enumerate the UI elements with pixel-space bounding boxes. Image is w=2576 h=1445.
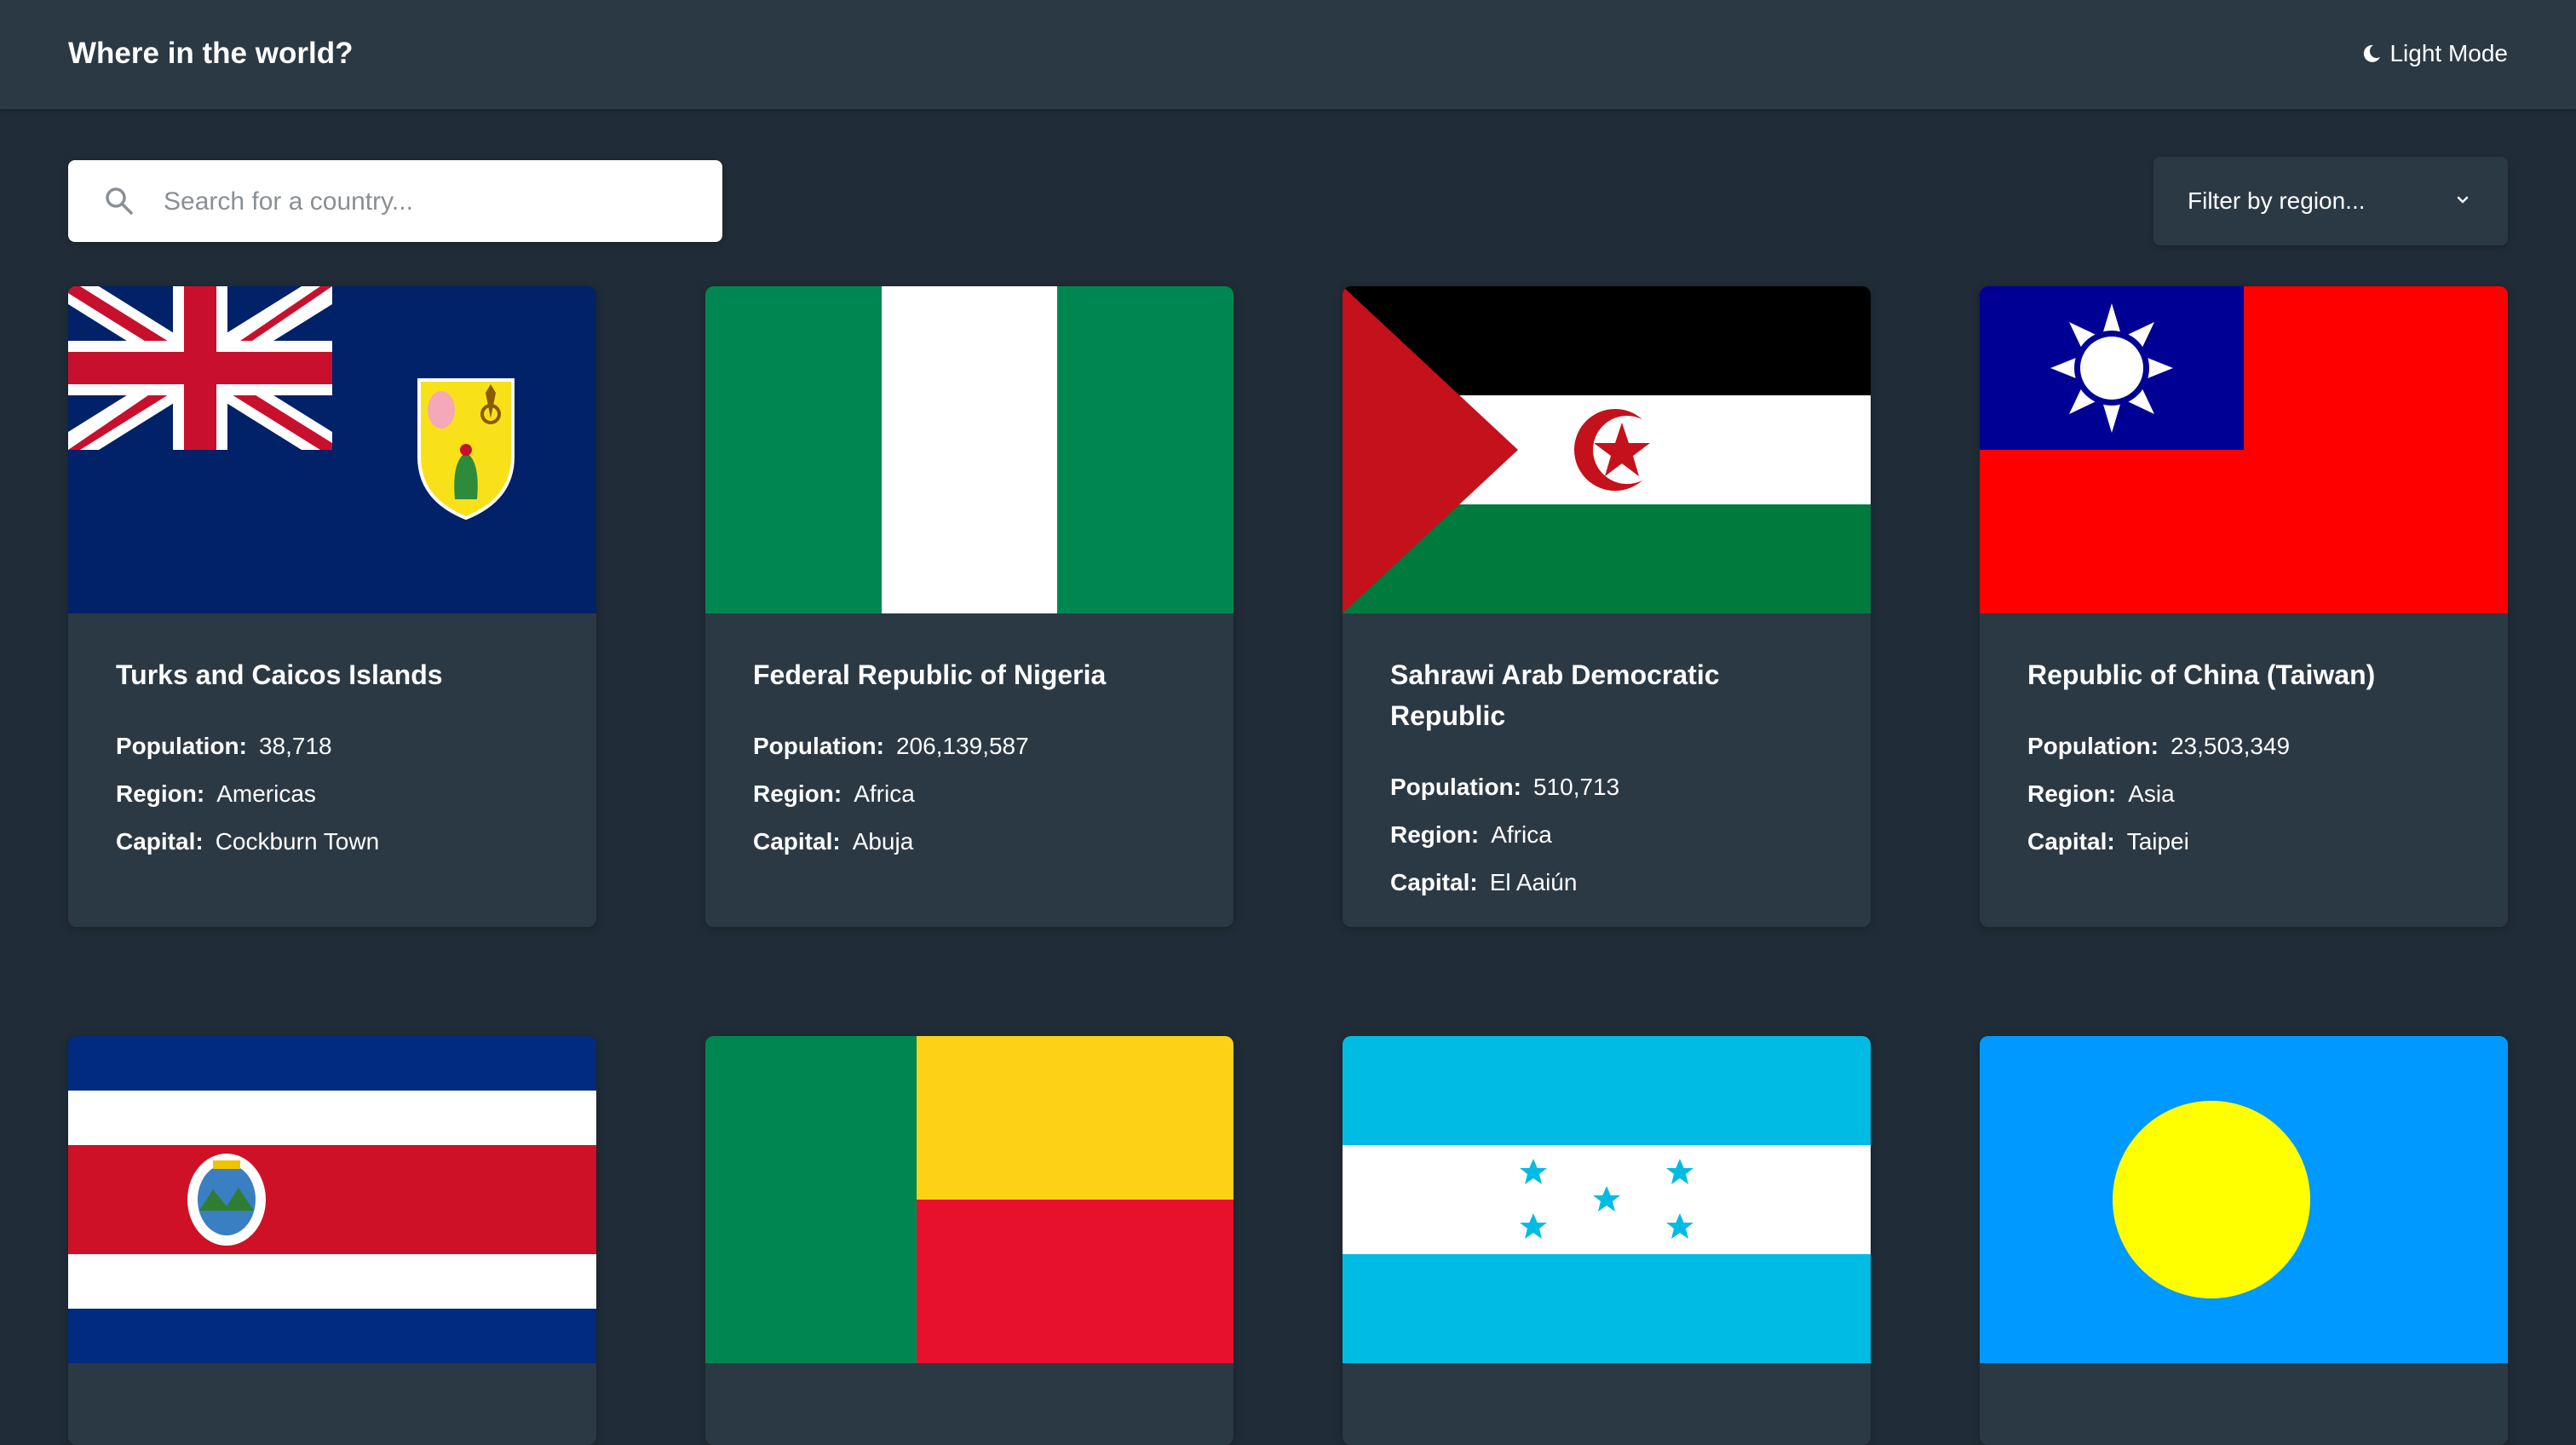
country-card[interactable] <box>1343 1036 1871 1445</box>
population-value: 38,718 <box>258 733 332 759</box>
chevron-down-icon <box>2455 193 2470 212</box>
population-label: Population: <box>1390 774 1521 800</box>
region-stat: Region: Africa <box>1390 811 1823 859</box>
population-stat: Population: 510,713 <box>1390 763 1823 811</box>
country-card[interactable] <box>68 1036 596 1445</box>
search-icon <box>104 186 135 221</box>
population-stat: Population: 23,503,349 <box>2027 722 2460 770</box>
capital-label: Capital: <box>1390 869 1478 895</box>
capital-value: El Aaiún <box>1489 869 1578 895</box>
taiwan-flag <box>1980 286 2508 613</box>
capital-stat: Capital: Taipei <box>2027 818 2460 866</box>
country-card[interactable] <box>1980 1036 2508 1445</box>
capital-value: Abuja <box>852 828 914 855</box>
country-card[interactable]: Federal Republic of Nigeria Population: 2… <box>705 286 1233 927</box>
moon-icon <box>2362 43 2381 64</box>
country-card[interactable]: Republic of China (Taiwan) Population: 23… <box>1980 286 2508 927</box>
search-input[interactable] <box>162 177 693 227</box>
region-label: Region: <box>116 780 205 807</box>
population-value: 206,139,587 <box>895 733 1029 759</box>
region-filter-label: Filter by region... <box>2188 187 2366 214</box>
search-box[interactable] <box>68 160 722 242</box>
country-card[interactable]: Turks and Caicos Islands Population: 38,7… <box>68 286 596 927</box>
population-value: 510,713 <box>1532 774 1620 800</box>
region-label: Region: <box>2027 780 2117 807</box>
costa-rica-flag <box>68 1036 596 1363</box>
region-stat: Region: Africa <box>753 770 1186 818</box>
capital-value: Cockburn Town <box>215 828 380 855</box>
capital-stat: Capital: El Aaiún <box>1390 859 1823 907</box>
country-name: Turks and Caicos Islands <box>116 659 443 690</box>
theme-toggle-label: Light Mode <box>2389 40 2508 66</box>
population-stat: Population: 38,718 <box>116 722 549 770</box>
honduras-flag <box>1343 1036 1871 1363</box>
region-filter-dropdown[interactable]: Filter by region... <box>2153 157 2508 245</box>
capital-stat: Capital: Abuja <box>753 818 1186 866</box>
capital-stat: Capital: Cockburn Town <box>116 818 549 866</box>
region-value: Asia <box>2128 780 2175 807</box>
region-value: Africa <box>854 780 915 807</box>
top-bar: Where in the world? Light Mode <box>0 0 2576 109</box>
population-label: Population: <box>753 733 884 759</box>
region-label: Region: <box>1390 821 1480 848</box>
turks-and-caicos-flag <box>68 286 596 613</box>
capital-label: Capital: <box>2027 828 2115 855</box>
region-stat: Region: Asia <box>2027 770 2460 818</box>
sahrawi-flag <box>1343 286 1871 613</box>
region-value: Africa <box>1491 821 1552 848</box>
benin-flag <box>705 1036 1233 1363</box>
nigeria-flag <box>705 286 1233 613</box>
population-value: 23,503,349 <box>2170 733 2291 759</box>
country-card[interactable] <box>705 1036 1233 1445</box>
region-stat: Region: Americas <box>116 770 549 818</box>
population-label: Population: <box>116 733 247 759</box>
capital-label: Capital: <box>116 828 204 855</box>
country-card[interactable]: Sahrawi Arab Democratic Republic Populat… <box>1343 286 1871 927</box>
capital-value: Taipei <box>2126 828 2189 855</box>
app-title: Where in the world? <box>68 37 354 70</box>
capital-label: Capital: <box>753 828 841 855</box>
palau-flag <box>1980 1036 2508 1363</box>
country-name: Federal Republic of Nigeria <box>753 659 1107 690</box>
country-name: Sahrawi Arab Democratic Republic <box>1390 659 1720 731</box>
country-name: Republic of China (Taiwan) <box>2027 659 2376 690</box>
population-stat: Population: 206,139,587 <box>753 722 1186 770</box>
population-label: Population: <box>2027 733 2159 759</box>
region-value: Americas <box>216 780 316 807</box>
theme-toggle-button[interactable]: Light Mode <box>2362 37 2508 70</box>
region-label: Region: <box>753 780 842 807</box>
